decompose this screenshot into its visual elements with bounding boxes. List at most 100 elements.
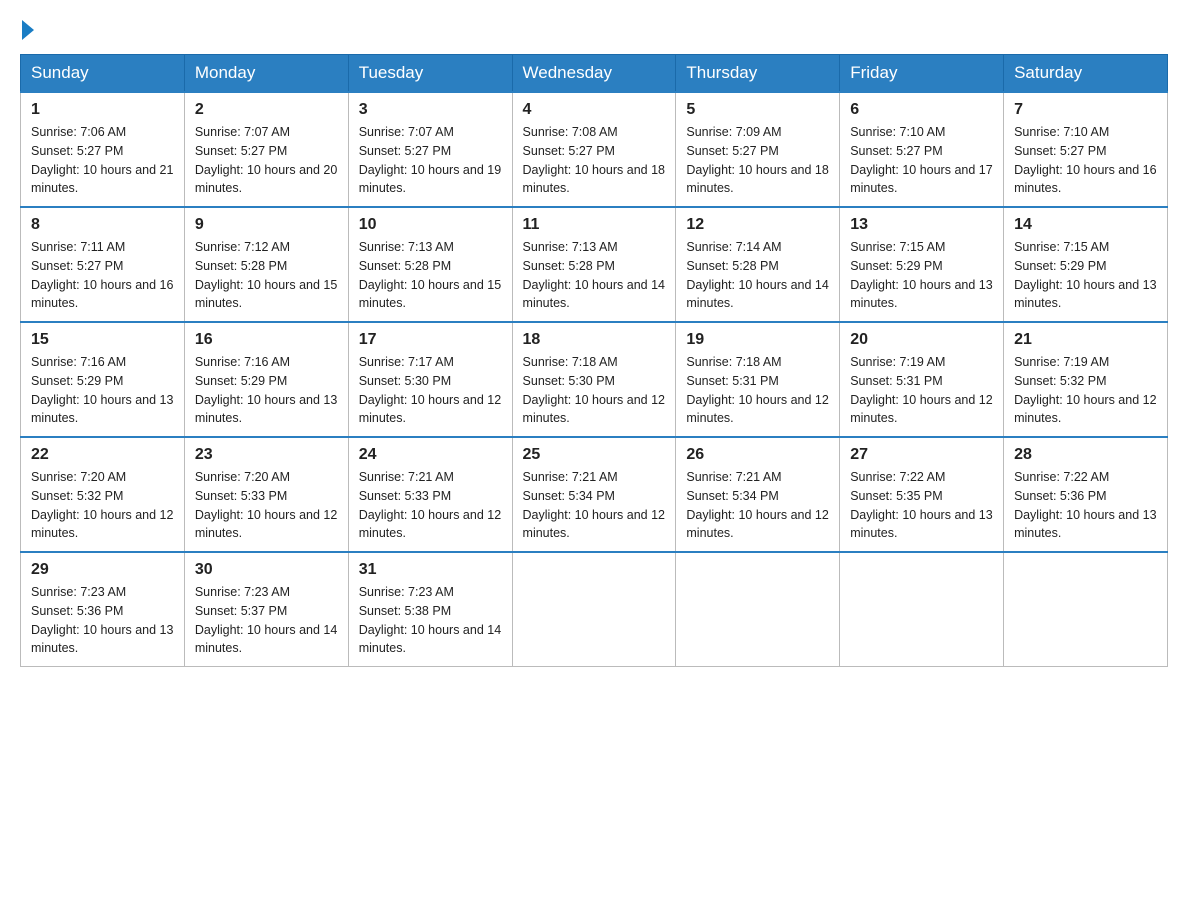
daylight-label: Daylight: 10 hours and 12 minutes. — [359, 508, 501, 541]
daylight-label: Daylight: 10 hours and 21 minutes. — [31, 163, 173, 196]
table-row: 11 Sunrise: 7:13 AM Sunset: 5:28 PM Dayl… — [512, 207, 676, 322]
table-row: 6 Sunrise: 7:10 AM Sunset: 5:27 PM Dayli… — [840, 92, 1004, 207]
day-number: 5 — [686, 101, 829, 119]
sunrise-label: Sunrise: 7:07 AM — [359, 125, 454, 139]
sunset-label: Sunset: 5:31 PM — [686, 374, 778, 388]
sunset-label: Sunset: 5:27 PM — [31, 259, 123, 273]
day-number: 12 — [686, 216, 829, 234]
daylight-label: Daylight: 10 hours and 19 minutes. — [359, 163, 501, 196]
sunset-label: Sunset: 5:35 PM — [850, 489, 942, 503]
table-row: 31 Sunrise: 7:23 AM Sunset: 5:38 PM Dayl… — [348, 552, 512, 667]
day-number: 21 — [1014, 331, 1157, 349]
table-row: 3 Sunrise: 7:07 AM Sunset: 5:27 PM Dayli… — [348, 92, 512, 207]
day-number: 15 — [31, 331, 174, 349]
sunrise-label: Sunrise: 7:16 AM — [195, 355, 290, 369]
daylight-label: Daylight: 10 hours and 12 minutes. — [195, 508, 337, 541]
day-number: 28 — [1014, 446, 1157, 464]
sunrise-label: Sunrise: 7:10 AM — [1014, 125, 1109, 139]
table-row: 16 Sunrise: 7:16 AM Sunset: 5:29 PM Dayl… — [184, 322, 348, 437]
sunset-label: Sunset: 5:27 PM — [686, 144, 778, 158]
day-info: Sunrise: 7:07 AM Sunset: 5:27 PM Dayligh… — [195, 123, 338, 198]
day-info: Sunrise: 7:14 AM Sunset: 5:28 PM Dayligh… — [686, 238, 829, 313]
day-info: Sunrise: 7:23 AM Sunset: 5:36 PM Dayligh… — [31, 583, 174, 658]
sunrise-label: Sunrise: 7:18 AM — [523, 355, 618, 369]
day-info: Sunrise: 7:19 AM Sunset: 5:32 PM Dayligh… — [1014, 353, 1157, 428]
table-row: 12 Sunrise: 7:14 AM Sunset: 5:28 PM Dayl… — [676, 207, 840, 322]
table-row: 24 Sunrise: 7:21 AM Sunset: 5:33 PM Dayl… — [348, 437, 512, 552]
day-info: Sunrise: 7:18 AM Sunset: 5:30 PM Dayligh… — [523, 353, 666, 428]
daylight-label: Daylight: 10 hours and 18 minutes. — [523, 163, 665, 196]
day-info: Sunrise: 7:15 AM Sunset: 5:29 PM Dayligh… — [1014, 238, 1157, 313]
sunrise-label: Sunrise: 7:08 AM — [523, 125, 618, 139]
sunrise-label: Sunrise: 7:19 AM — [850, 355, 945, 369]
daylight-label: Daylight: 10 hours and 12 minutes. — [31, 508, 173, 541]
sunset-label: Sunset: 5:27 PM — [523, 144, 615, 158]
sunset-label: Sunset: 5:32 PM — [31, 489, 123, 503]
day-number: 9 — [195, 216, 338, 234]
calendar-week-row: 15 Sunrise: 7:16 AM Sunset: 5:29 PM Dayl… — [21, 322, 1168, 437]
day-number: 19 — [686, 331, 829, 349]
sunrise-label: Sunrise: 7:23 AM — [359, 585, 454, 599]
sunset-label: Sunset: 5:29 PM — [1014, 259, 1106, 273]
day-number: 16 — [195, 331, 338, 349]
table-row: 13 Sunrise: 7:15 AM Sunset: 5:29 PM Dayl… — [840, 207, 1004, 322]
sunset-label: Sunset: 5:29 PM — [195, 374, 287, 388]
daylight-label: Daylight: 10 hours and 17 minutes. — [850, 163, 992, 196]
sunrise-label: Sunrise: 7:13 AM — [359, 240, 454, 254]
daylight-label: Daylight: 10 hours and 18 minutes. — [686, 163, 828, 196]
sunrise-label: Sunrise: 7:20 AM — [195, 470, 290, 484]
day-number: 14 — [1014, 216, 1157, 234]
table-row: 17 Sunrise: 7:17 AM Sunset: 5:30 PM Dayl… — [348, 322, 512, 437]
day-number: 26 — [686, 446, 829, 464]
sunset-label: Sunset: 5:32 PM — [1014, 374, 1106, 388]
sunrise-label: Sunrise: 7:21 AM — [359, 470, 454, 484]
day-info: Sunrise: 7:21 AM Sunset: 5:34 PM Dayligh… — [523, 468, 666, 543]
day-number: 30 — [195, 561, 338, 579]
daylight-label: Daylight: 10 hours and 13 minutes. — [850, 508, 992, 541]
day-number: 4 — [523, 101, 666, 119]
daylight-label: Daylight: 10 hours and 13 minutes. — [1014, 278, 1156, 311]
day-info: Sunrise: 7:13 AM Sunset: 5:28 PM Dayligh… — [359, 238, 502, 313]
col-friday: Friday — [840, 55, 1004, 93]
daylight-label: Daylight: 10 hours and 12 minutes. — [1014, 393, 1156, 426]
daylight-label: Daylight: 10 hours and 15 minutes. — [195, 278, 337, 311]
table-row: 27 Sunrise: 7:22 AM Sunset: 5:35 PM Dayl… — [840, 437, 1004, 552]
table-row: 28 Sunrise: 7:22 AM Sunset: 5:36 PM Dayl… — [1004, 437, 1168, 552]
sunrise-label: Sunrise: 7:18 AM — [686, 355, 781, 369]
sunrise-label: Sunrise: 7:22 AM — [850, 470, 945, 484]
day-info: Sunrise: 7:10 AM Sunset: 5:27 PM Dayligh… — [850, 123, 993, 198]
table-row — [840, 552, 1004, 667]
table-row: 19 Sunrise: 7:18 AM Sunset: 5:31 PM Dayl… — [676, 322, 840, 437]
logo — [20, 20, 34, 34]
table-row: 10 Sunrise: 7:13 AM Sunset: 5:28 PM Dayl… — [348, 207, 512, 322]
sunrise-label: Sunrise: 7:21 AM — [686, 470, 781, 484]
col-tuesday: Tuesday — [348, 55, 512, 93]
day-info: Sunrise: 7:18 AM Sunset: 5:31 PM Dayligh… — [686, 353, 829, 428]
daylight-label: Daylight: 10 hours and 13 minutes. — [31, 393, 173, 426]
table-row: 26 Sunrise: 7:21 AM Sunset: 5:34 PM Dayl… — [676, 437, 840, 552]
table-row: 2 Sunrise: 7:07 AM Sunset: 5:27 PM Dayli… — [184, 92, 348, 207]
table-row — [1004, 552, 1168, 667]
daylight-label: Daylight: 10 hours and 12 minutes. — [686, 393, 828, 426]
day-info: Sunrise: 7:11 AM Sunset: 5:27 PM Dayligh… — [31, 238, 174, 313]
col-monday: Monday — [184, 55, 348, 93]
day-info: Sunrise: 7:12 AM Sunset: 5:28 PM Dayligh… — [195, 238, 338, 313]
sunrise-label: Sunrise: 7:06 AM — [31, 125, 126, 139]
table-row: 25 Sunrise: 7:21 AM Sunset: 5:34 PM Dayl… — [512, 437, 676, 552]
table-row: 20 Sunrise: 7:19 AM Sunset: 5:31 PM Dayl… — [840, 322, 1004, 437]
sunset-label: Sunset: 5:29 PM — [850, 259, 942, 273]
day-number: 3 — [359, 101, 502, 119]
sunset-label: Sunset: 5:28 PM — [359, 259, 451, 273]
table-row: 4 Sunrise: 7:08 AM Sunset: 5:27 PM Dayli… — [512, 92, 676, 207]
sunrise-label: Sunrise: 7:14 AM — [686, 240, 781, 254]
daylight-label: Daylight: 10 hours and 12 minutes. — [359, 393, 501, 426]
sunrise-label: Sunrise: 7:20 AM — [31, 470, 126, 484]
day-number: 29 — [31, 561, 174, 579]
table-row: 14 Sunrise: 7:15 AM Sunset: 5:29 PM Dayl… — [1004, 207, 1168, 322]
sunset-label: Sunset: 5:27 PM — [1014, 144, 1106, 158]
sunset-label: Sunset: 5:34 PM — [523, 489, 615, 503]
daylight-label: Daylight: 10 hours and 12 minutes. — [523, 393, 665, 426]
calendar-week-row: 22 Sunrise: 7:20 AM Sunset: 5:32 PM Dayl… — [21, 437, 1168, 552]
day-number: 31 — [359, 561, 502, 579]
table-row: 1 Sunrise: 7:06 AM Sunset: 5:27 PM Dayli… — [21, 92, 185, 207]
